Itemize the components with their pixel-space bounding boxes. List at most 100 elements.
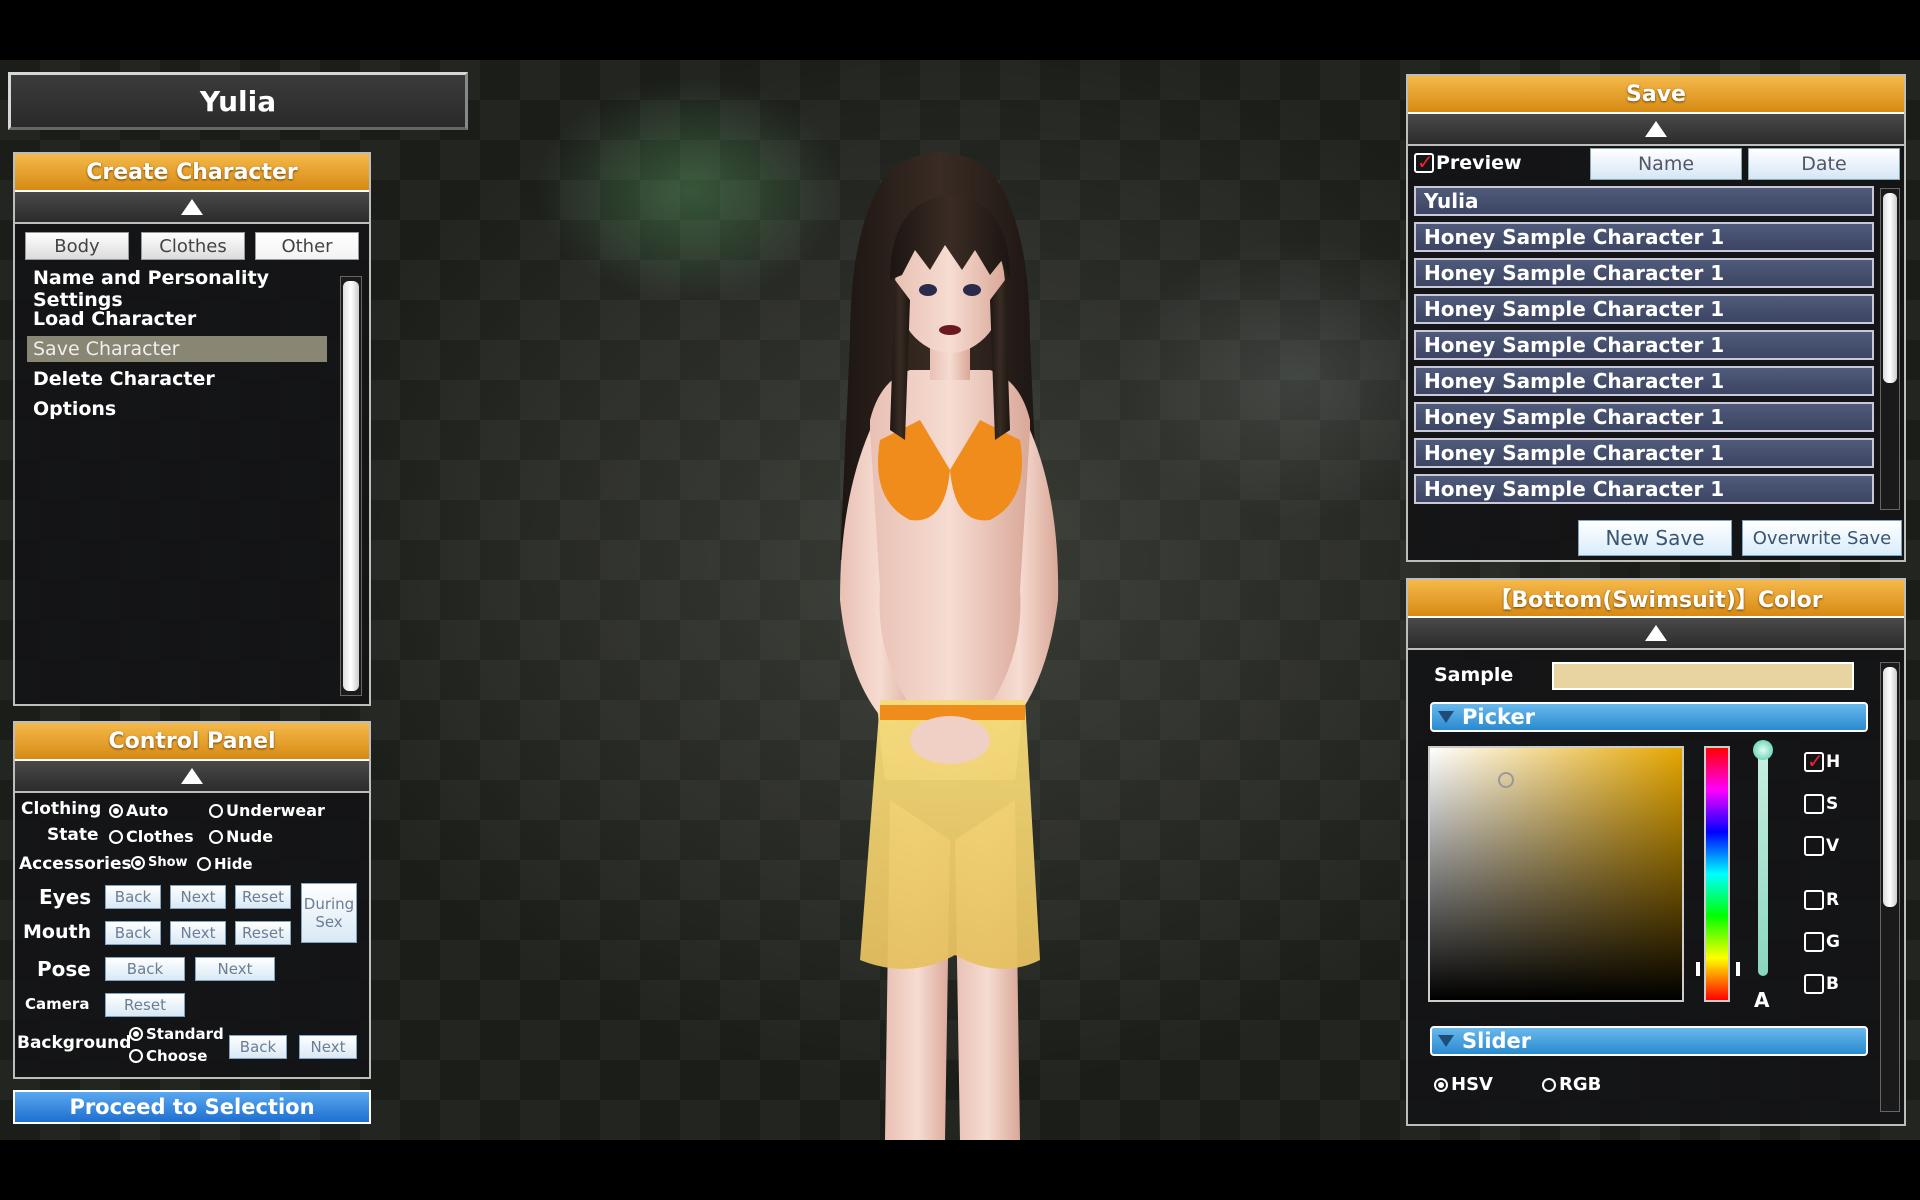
color-panel: 【Bottom(Swimsuit)】Color Sample Picker A … [1406,578,1906,1126]
tab-other[interactable]: Other [255,232,359,260]
radio-dot [1542,1077,1556,1092]
triangle-down-icon [1438,711,1454,723]
triangle-up-icon [181,199,203,215]
sort-by-date-button[interactable]: Date [1748,148,1900,180]
channel-h-checkbox[interactable]: H [1804,749,1840,773]
tab-clothes[interactable]: Clothes [141,232,245,260]
channel-b-checkbox[interactable]: B [1804,974,1839,994]
clothing-underwear-radio[interactable]: Underwear [209,801,325,820]
collapse-toggle[interactable] [15,192,369,224]
radio-dot [129,1027,143,1041]
radio-dot [109,803,123,818]
save-entry[interactable]: Honey Sample Character 1 [1414,222,1874,252]
save-entry[interactable]: Yulia [1414,186,1874,216]
checkbox-box [1804,794,1824,814]
menu-options[interactable]: Options [27,396,327,422]
slider-section-toggle[interactable]: Slider [1430,1026,1868,1056]
eyes-reset-button[interactable]: Reset [235,885,291,909]
radio-dot [109,829,123,844]
save-entry[interactable]: Honey Sample Character 1 [1414,438,1874,468]
accessories-show-radio[interactable]: Show [131,855,188,870]
mouth-back-button[interactable]: Back [105,921,161,945]
menu-delete-character[interactable]: Delete Character [27,366,327,392]
save-entry[interactable]: Honey Sample Character 1 [1414,258,1874,288]
sort-by-name-button[interactable]: Name [1590,148,1742,180]
letterbox-bottom [0,1140,1920,1200]
pose-next-button[interactable]: Next [195,957,275,981]
menu-load-character[interactable]: Load Character [27,306,327,332]
save-list-scrollbar[interactable] [1880,188,1900,510]
pose-back-button[interactable]: Back [105,957,185,981]
triangle-up-icon [1645,625,1667,641]
save-list-header: Preview Name Date [1408,146,1904,182]
picker-section-toggle[interactable]: Picker [1430,702,1868,732]
save-entry[interactable]: Honey Sample Character 1 [1414,474,1874,504]
during-sex-label-1: During [303,895,355,913]
tab-body[interactable]: Body [25,232,129,260]
eyes-back-button[interactable]: Back [105,885,161,909]
proceed-to-selection-button[interactable]: Proceed to Selection [13,1090,371,1124]
background-next-button[interactable]: Next [299,1035,357,1059]
create-character-title: Create Character [15,154,369,192]
new-save-button[interactable]: New Save [1578,520,1732,556]
save-entry[interactable]: Honey Sample Character 1 [1414,330,1874,360]
accessories-hide-radio[interactable]: Hide [197,855,253,873]
camera-reset-button[interactable]: Reset [105,993,185,1017]
radio-dot [1434,1077,1448,1092]
alpha-label: A [1754,988,1770,1012]
hue-marker-icon[interactable] [1696,962,1740,976]
preview-checkbox[interactable]: Preview [1414,150,1522,174]
menu-save-character[interactable]: Save Character [27,336,327,362]
clothing-label: Clothing [21,799,102,819]
menu-name-personality[interactable]: Name and Personality Settings [27,267,327,311]
color-panel-title: 【Bottom(Swimsuit)】Color [1408,580,1904,618]
overwrite-save-button[interactable]: Overwrite Save [1742,520,1902,556]
clothing-clothes-radio[interactable]: Clothes [109,827,194,846]
character-name: Yulia [199,84,277,118]
eyes-label: Eyes [39,885,92,909]
color-collapse-toggle[interactable] [1408,618,1904,650]
checkbox-box [1804,932,1824,952]
save-list-scrollbar-thumb[interactable] [1883,193,1897,383]
triangle-up-icon [1645,121,1667,137]
hue-slider[interactable] [1696,746,1740,1002]
menu-scrollbar-thumb[interactable] [343,281,359,691]
channel-g-checkbox[interactable]: G [1804,932,1840,952]
save-collapse-toggle[interactable] [1408,114,1904,146]
checkbox-box [1804,836,1824,856]
control-panel: Control Panel Clothing State Auto Underw… [13,721,371,1079]
save-entry[interactable]: Honey Sample Character 1 [1414,366,1874,396]
clothing-nude-radio[interactable]: Nude [209,827,273,846]
channel-s-checkbox[interactable]: S [1804,794,1838,814]
channel-r-checkbox[interactable]: R [1804,890,1839,910]
during-sex-label-2: Sex [315,913,343,931]
alpha-handle-icon[interactable] [1753,740,1773,760]
mode-rgb-radio[interactable]: RGB [1542,1074,1601,1095]
clothing-auto-radio[interactable]: Auto [109,801,168,820]
sv-picker-area[interactable] [1428,746,1684,1002]
control-collapse-toggle[interactable] [15,761,369,793]
radio-dot [209,829,223,844]
picker-cursor-icon[interactable] [1498,772,1514,788]
mode-hsv-radio[interactable]: HSV [1434,1074,1493,1095]
sample-label: Sample [1434,664,1514,686]
background-back-button[interactable]: Back [229,1035,287,1059]
channel-v-checkbox[interactable]: V [1804,836,1839,856]
color-panel-scrollbar-thumb[interactable] [1883,667,1897,907]
save-entry[interactable]: Honey Sample Character 1 [1414,402,1874,432]
background-standard-radio[interactable]: Standard [129,1025,224,1043]
background-choose-radio[interactable]: Choose [129,1047,207,1065]
mouth-label: Mouth [23,921,92,943]
checkbox-box [1414,150,1434,174]
character-name-plate: Yulia [8,72,468,130]
mouth-reset-button[interactable]: Reset [235,921,291,945]
eyes-next-button[interactable]: Next [170,885,226,909]
color-panel-scrollbar[interactable] [1880,662,1900,1112]
alpha-slider[interactable] [1753,740,1773,976]
mouth-next-button[interactable]: Next [170,921,226,945]
background-label: Background [17,1033,132,1053]
during-sex-button[interactable]: During Sex [301,883,357,943]
menu-scrollbar[interactable] [340,276,362,696]
checkbox-box [1804,749,1824,773]
save-entry[interactable]: Honey Sample Character 1 [1414,294,1874,324]
